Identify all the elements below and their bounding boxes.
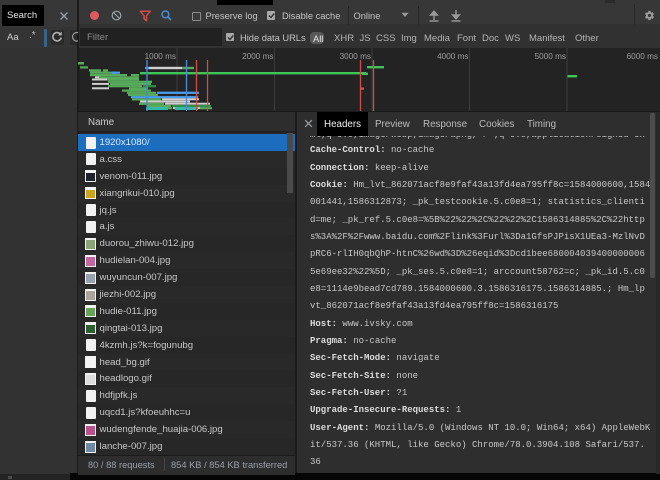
svg-text:1000 ms: 1000 ms <box>145 52 176 61</box>
svg-text:6000 ms: 6000 ms <box>627 52 658 61</box>
svg-text:2000 ms: 2000 ms <box>242 52 273 61</box>
svg-text:4000 ms: 4000 ms <box>437 52 468 61</box>
svg-text:3000 ms: 3000 ms <box>340 52 371 61</box>
svg-text:5000 ms: 5000 ms <box>535 52 566 61</box>
